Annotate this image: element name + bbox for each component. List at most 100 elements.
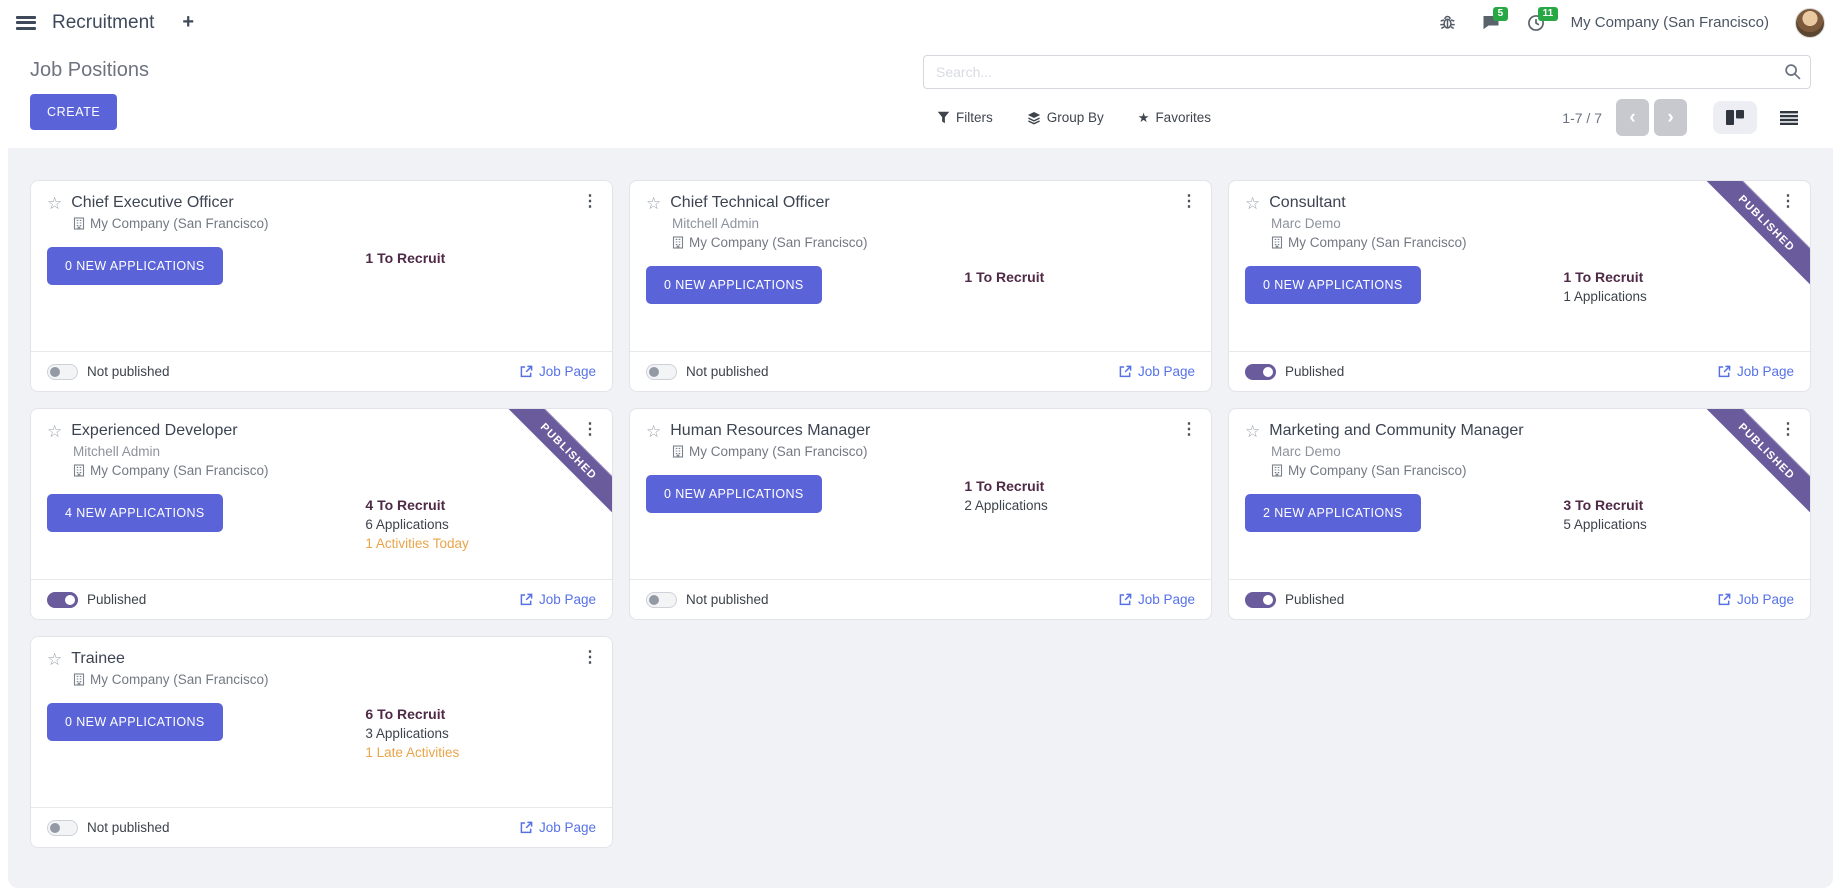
company-icon — [1271, 464, 1283, 477]
layers-icon — [1027, 111, 1041, 125]
kebab-menu-icon[interactable]: ⋮ — [1780, 191, 1796, 211]
company-icon — [73, 673, 85, 686]
menu-icon[interactable] — [16, 16, 36, 30]
kebab-menu-icon[interactable]: ⋮ — [1181, 419, 1197, 439]
kebab-menu-icon[interactable]: ⋮ — [1780, 419, 1796, 439]
new-applications-button[interactable]: 4 NEW APPLICATIONS — [47, 494, 223, 532]
new-applications-button[interactable]: 0 NEW APPLICATIONS — [1245, 266, 1421, 304]
applications-count: 2 Applications — [964, 498, 1047, 513]
publish-status-label: Published — [87, 592, 146, 607]
pager-count: 1-7 / 7 — [1562, 110, 1602, 126]
job-page-link[interactable]: Job Page — [520, 820, 596, 835]
job-page-link[interactable]: Job Page — [1718, 592, 1794, 607]
messages-icon[interactable]: 5 — [1482, 14, 1501, 31]
job-position-card[interactable]: ⋮ ☆ Chief Executive Officer My Company (… — [30, 180, 613, 392]
pager-previous-button[interactable]: ‹ — [1616, 99, 1649, 136]
kebab-menu-icon[interactable]: ⋮ — [582, 647, 598, 667]
new-applications-button[interactable]: 0 NEW APPLICATIONS — [646, 266, 822, 304]
plus-icon[interactable]: + — [182, 11, 194, 34]
to-recruit-count: 1 To Recruit — [964, 269, 1044, 285]
job-position-card[interactable]: ⋮ ☆ Human Resources Manager My Company (… — [629, 408, 1212, 620]
favorite-star-icon[interactable]: ☆ — [47, 423, 62, 440]
favorites-menu[interactable]: ★ Favorites — [1138, 110, 1211, 126]
group-by-menu[interactable]: Group By — [1027, 110, 1104, 126]
job-page-label: Job Page — [1138, 592, 1195, 607]
job-title: Chief Executive Officer — [71, 194, 233, 212]
filters-menu[interactable]: Filters — [937, 110, 993, 126]
new-applications-button[interactable]: 0 NEW APPLICATIONS — [646, 475, 822, 513]
job-title: Chief Technical Officer — [670, 194, 829, 212]
publish-toggle[interactable] — [1245, 364, 1276, 380]
company-line: My Company (San Francisco) — [73, 672, 596, 687]
job-page-link[interactable]: Job Page — [520, 592, 596, 607]
app-title[interactable]: Recruitment — [52, 12, 154, 34]
job-page-label: Job Page — [1737, 592, 1794, 607]
kebab-menu-icon[interactable]: ⋮ — [582, 191, 598, 211]
publish-toggle[interactable] — [1245, 592, 1276, 608]
job-page-link[interactable]: Job Page — [1718, 364, 1794, 379]
external-link-icon — [1718, 365, 1731, 378]
activities-clock-icon[interactable]: 11 — [1527, 14, 1545, 32]
job-page-label: Job Page — [539, 592, 596, 607]
avatar[interactable] — [1795, 8, 1825, 38]
to-recruit-count: 1 To Recruit — [964, 478, 1047, 494]
company-name: My Company (San Francisco) — [90, 672, 269, 687]
publish-control: Not published — [47, 820, 170, 836]
debug-bug-icon[interactable] — [1439, 14, 1456, 31]
new-applications-button[interactable]: 0 NEW APPLICATIONS — [47, 247, 223, 285]
new-applications-button[interactable]: 2 NEW APPLICATIONS — [1245, 494, 1421, 532]
publish-toggle[interactable] — [646, 592, 677, 608]
job-page-link[interactable]: Job Page — [1119, 592, 1195, 607]
publish-control: Not published — [646, 592, 769, 608]
job-position-card[interactable]: PUBLISHED ⋮ ☆ Experienced Developer Mitc… — [30, 408, 613, 620]
card-footer: Published Job Page — [1229, 351, 1810, 391]
manager-name: Mitchell Admin — [73, 444, 596, 459]
publish-control: Published — [1245, 364, 1344, 380]
job-title: Consultant — [1269, 194, 1346, 212]
search-input[interactable] — [923, 55, 1811, 89]
publish-toggle[interactable] — [47, 364, 78, 380]
company-icon — [1271, 236, 1283, 249]
job-position-card[interactable]: ⋮ ☆ Trainee My Company (San Francisco) 0… — [30, 636, 613, 848]
applications-count: 1 Applications — [1563, 289, 1646, 304]
kebab-menu-icon[interactable]: ⋮ — [1181, 191, 1197, 211]
company-name: My Company (San Francisco) — [1288, 463, 1467, 478]
recruitment-stats: 6 To Recruit 3 Applications 1 Late Activ… — [365, 706, 459, 760]
publish-control: Published — [1245, 592, 1344, 608]
job-position-card[interactable]: PUBLISHED ⋮ ☆ Consultant Marc Demo My Co… — [1228, 180, 1811, 392]
job-page-link[interactable]: Job Page — [520, 364, 596, 379]
favorite-star-icon[interactable]: ☆ — [1245, 423, 1260, 440]
card-footer: Published Job Page — [31, 579, 612, 619]
new-applications-button[interactable]: 0 NEW APPLICATIONS — [47, 703, 223, 741]
job-page-label: Job Page — [1138, 364, 1195, 379]
job-position-card[interactable]: ⋮ ☆ Chief Technical Officer Mitchell Adm… — [629, 180, 1212, 392]
job-page-label: Job Page — [1737, 364, 1794, 379]
favorite-star-icon[interactable]: ☆ — [47, 195, 62, 212]
publish-control: Published — [47, 592, 146, 608]
job-title: Experienced Developer — [71, 422, 237, 440]
job-position-card[interactable]: PUBLISHED ⋮ ☆ Marketing and Community Ma… — [1228, 408, 1811, 620]
create-button[interactable]: CREATE — [30, 94, 117, 130]
company-switcher[interactable]: My Company (San Francisco) — [1571, 14, 1769, 31]
kebab-menu-icon[interactable]: ⋮ — [582, 419, 598, 439]
company-line: My Company (San Francisco) — [73, 216, 596, 231]
recruitment-stats: 1 To Recruit 2 Applications — [964, 478, 1047, 513]
favorite-star-icon[interactable]: ☆ — [1245, 195, 1260, 212]
job-page-link[interactable]: Job Page — [1119, 364, 1195, 379]
publish-toggle[interactable] — [47, 592, 78, 608]
to-recruit-count: 1 To Recruit — [365, 250, 445, 266]
applications-count: 5 Applications — [1563, 517, 1646, 532]
search-icon[interactable] — [1784, 63, 1801, 85]
favorite-star-icon[interactable]: ☆ — [47, 651, 62, 668]
publish-control: Not published — [646, 364, 769, 380]
list-view-button[interactable] — [1767, 102, 1811, 134]
publish-toggle[interactable] — [646, 364, 677, 380]
favorite-star-icon[interactable]: ☆ — [646, 423, 661, 440]
pager-next-button[interactable]: › — [1654, 99, 1687, 136]
publish-toggle[interactable] — [47, 820, 78, 836]
kanban-view-button[interactable] — [1713, 101, 1757, 134]
card-footer: Not published Job Page — [630, 351, 1211, 391]
favorite-star-icon[interactable]: ☆ — [646, 195, 661, 212]
applications-count: 3 Applications — [365, 726, 459, 741]
activities-badge: 11 — [1538, 7, 1559, 21]
